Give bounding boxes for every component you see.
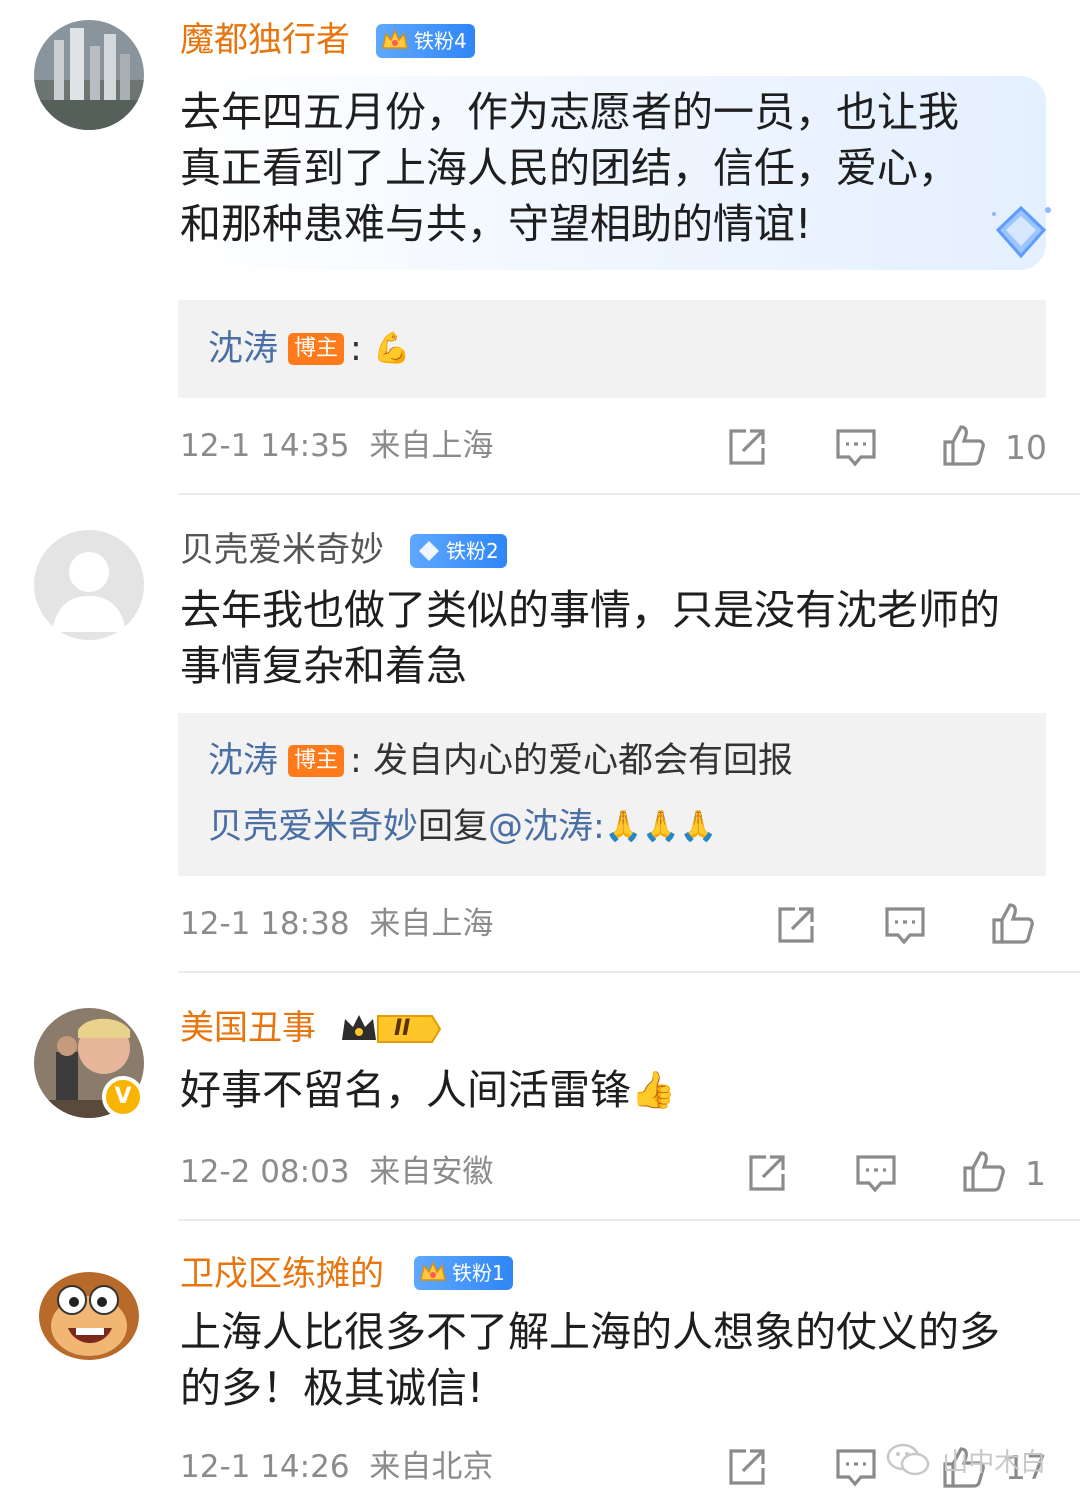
reply-author[interactable]: 贝壳爱米奇妙 [208, 807, 418, 847]
comment-text: 去年我也做了类似的事情，只是没有沈老师的 事情复杂和着急 [180, 582, 1000, 694]
reply-text: : [350, 329, 362, 369]
crown-icon [382, 29, 408, 49]
reply-line: 沈涛 博主: 💪 [208, 327, 410, 371]
comment-icon[interactable] [833, 424, 879, 470]
fan-badge-label: 铁粉2 [446, 539, 499, 563]
comment-text-line: 事情复杂和着急 [180, 642, 467, 690]
thumbs-up-icon[interactable] [961, 1148, 1007, 1194]
share-icon[interactable] [724, 1444, 770, 1490]
reply-box[interactable]: 沈涛 博主: 💪 [178, 300, 1046, 398]
watermark: 山中木白 [886, 1440, 1046, 1486]
watermark-text: 山中木白 [942, 1448, 1047, 1478]
comment-text-line: 去年四五月份，作为志愿者的一员，也让我 [180, 88, 959, 136]
username[interactable]: 魔都独行者 [180, 18, 350, 62]
reply-line: 贝壳爱米奇妙回复@沈涛:🙏🙏🙏 [208, 805, 717, 849]
reply-text: : 发自内心的爱心都会有回报 [350, 741, 793, 781]
blogger-tag: 博主 [288, 333, 345, 365]
thumbs-up-icon[interactable] [941, 422, 987, 468]
share-icon[interactable] [744, 1150, 790, 1196]
blogger-tag: 博主 [288, 745, 345, 777]
comment-icon[interactable] [853, 1150, 899, 1196]
verified-badge: V [102, 1076, 144, 1118]
thumbs-up-emoji-icon: 👍 [631, 1070, 676, 1111]
fan-badge-label: 铁粉1 [452, 1261, 505, 1285]
username[interactable]: 贝壳爱米奇妙 [180, 528, 384, 572]
reply-text: 回复 [418, 807, 489, 847]
fan-badge: 铁粉1 [414, 1256, 513, 1290]
username[interactable]: 卫戍区练摊的 [180, 1252, 384, 1296]
like-count: 1 [1025, 1154, 1046, 1193]
mention-link[interactable]: @沈涛 [488, 807, 593, 847]
thumbs-up-icon[interactable] [990, 900, 1036, 946]
comment-time: 12-1 18:38 [180, 906, 350, 942]
comment-location: 来自北京 [369, 1449, 494, 1485]
fan-badge: 铁粉2 [410, 534, 507, 568]
comment-location: 来自安徽 [369, 1154, 494, 1190]
crown-icon [420, 1261, 446, 1281]
comment-time: 12-2 08:03 [180, 1154, 350, 1190]
vip-level-label: II [394, 1016, 411, 1041]
avatar[interactable] [34, 20, 144, 130]
comment-text: 上海人比很多不了解上海的人想象的仗义的多 的多！极其诚信! [180, 1304, 1000, 1416]
wechat-icon [886, 1443, 930, 1476]
crown-icon [342, 1015, 442, 1043]
vip-level-badge: II [338, 1010, 442, 1048]
avatar[interactable] [34, 1256, 144, 1366]
praying-hands-icon: 🙏🙏🙏 [604, 809, 717, 844]
comment-location: 来自上海 [369, 906, 494, 942]
comment-item: 贝壳爱米奇妙 铁粉2 去年我也做了类似的事情，只是没有沈老师的 事情复杂和着急 … [0, 494, 1080, 972]
flexed-biceps-icon: 💪 [372, 331, 411, 366]
comment-text-line: 真正看到了上海人民的团结，信任，爱心， [180, 144, 959, 192]
reply-text: : [593, 807, 605, 847]
comment-time: 12-1 14:35 [180, 428, 350, 464]
comment-icon[interactable] [882, 902, 928, 948]
comment-text-line: 好事不留名，人间活雷锋👍 [180, 1062, 676, 1119]
comment-item: 魔都独行者 铁粉4 去年四五月份，作为志愿者的一员，也让我 真正看到了上海人民的… [0, 0, 1080, 494]
comment-text-segment: 好事不留名，人间活雷锋 [180, 1066, 631, 1114]
reply-author[interactable]: 沈涛 [208, 329, 278, 369]
comment-meta: 12-1 14:35 来自上海 [180, 426, 493, 466]
comment-text: 去年四五月份，作为志愿者的一员，也让我 真正看到了上海人民的团结，信任，爱心， … [180, 84, 959, 252]
comment-location: 来自上海 [369, 428, 494, 464]
diamond-icon [419, 541, 439, 561]
comment-text-line: 去年我也做了类似的事情，只是没有沈老师的 [180, 586, 1000, 634]
reply-line: 沈涛 博主: 发自内心的爱心都会有回报 [208, 739, 793, 783]
comment-text-line: 的多！极其诚信! [180, 1364, 484, 1412]
comment-text-line: 和那种患难与共，守望相助的情谊! [180, 200, 812, 248]
fan-badge: 铁粉4 [376, 24, 475, 58]
diamond-decoration-icon [992, 205, 1051, 259]
comment-meta: 12-1 18:38 来自上海 [180, 904, 493, 944]
comment-time: 12-1 14:26 [180, 1449, 350, 1485]
comment-text: 好事不留名，人间活雷锋👍 [180, 1062, 676, 1119]
comment-meta: 12-2 08:03 来自安徽 [180, 1152, 493, 1192]
comment-item: V 美国丑事 II 好事不留名，人间活雷锋👍 12-2 08:03 来自安徽 1 [0, 972, 1080, 1220]
comment-text-line: 上海人比很多不了解上海的人想象的仗义的多 [180, 1308, 1000, 1356]
username[interactable]: 美国丑事 [180, 1006, 316, 1050]
reply-box[interactable]: 沈涛 博主: 发自内心的爱心都会有回报 贝壳爱米奇妙回复@沈涛:🙏🙏🙏 [178, 713, 1046, 876]
comment-meta: 12-1 14:26 来自北京 [180, 1447, 493, 1487]
share-icon[interactable] [724, 424, 770, 470]
fan-badge-label: 铁粉4 [414, 29, 467, 53]
avatar[interactable] [34, 530, 144, 640]
reply-author[interactable]: 沈涛 [208, 741, 278, 781]
like-count: 10 [1005, 428, 1047, 467]
share-icon[interactable] [773, 902, 819, 948]
comment-icon[interactable] [833, 1444, 879, 1490]
